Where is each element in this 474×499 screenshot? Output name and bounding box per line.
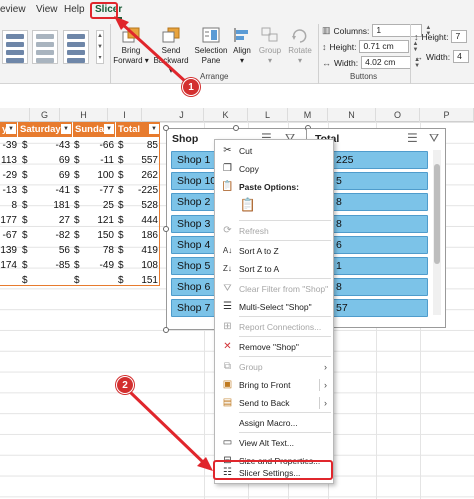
annotation-arrows [114, 16, 213, 471]
arrow-to-slicer-tab [118, 20, 188, 84]
step-badge-1: 1 [182, 78, 200, 96]
step-badge-2: 2 [116, 376, 134, 394]
arrow-to-slicer-settings [128, 390, 208, 467]
